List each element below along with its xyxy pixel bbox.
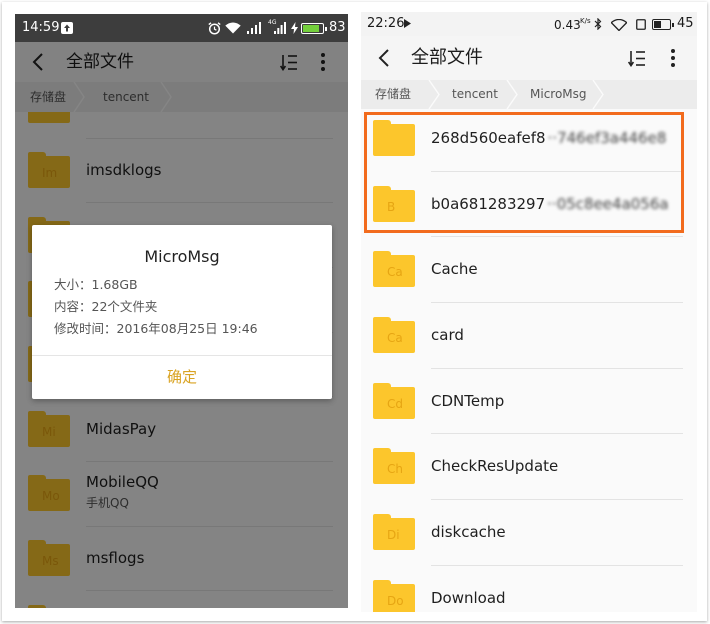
network-speed-unit: K/s (580, 17, 591, 25)
file-list: 268d560eafef8 ··746ef3a446e8 B b0a6812832… (361, 109, 697, 612)
divider (431, 236, 683, 238)
folder-icon: Ch (373, 448, 415, 485)
divider (431, 170, 683, 172)
file-name: Cache (431, 260, 478, 279)
divider (431, 367, 683, 369)
folder-icon-label: Ca (387, 265, 403, 280)
battery-percent: 83 (329, 20, 346, 35)
battery-icon (652, 19, 674, 30)
battery-level-fill (654, 21, 661, 28)
status-bar: 22:26 0.43 K/s 45 (361, 12, 697, 36)
page-title: 全部文件 (411, 47, 483, 68)
left-phone-screen: 14:59 4G 83 全部文件 存储盘 tencent Im imsdklog… (15, 14, 348, 608)
folder-icon: B (373, 185, 415, 222)
toolbar: 全部文件 (361, 36, 697, 80)
alarm-icon (208, 22, 221, 35)
folder-info-dialog: MicroMsg 大小：1.68GB 内容：22个文件夹 修改时间：2016年0… (32, 225, 332, 399)
file-name-visible: b0a681283297 (431, 194, 546, 213)
right-phone-screen: 22:26 0.43 K/s 45 全部文件 存储盘 tencent Micro… (361, 12, 697, 612)
breadcrumb-item[interactable]: 存储盘 (375, 80, 411, 109)
more-icon[interactable] (671, 49, 675, 67)
network-speed: 0.43 (554, 18, 581, 32)
breadcrumb: 存储盘 tencent MicroMsg (361, 80, 697, 109)
file-item[interactable]: Ca Cache (361, 236, 697, 302)
charging-icon (291, 22, 298, 34)
file-item[interactable]: Cd CDNTemp (361, 367, 697, 434)
dialog-title: MicroMsg (144, 247, 220, 266)
file-item[interactable]: Do Download (361, 564, 697, 612)
file-item[interactable]: Di diskcache (361, 499, 697, 565)
folder-icon: Ca (373, 316, 415, 353)
file-name: 268d560eafef8 ··746ef3a446e8 (431, 129, 666, 147)
folder-icon: Do (373, 579, 415, 612)
dialog-modified: 修改时间：2016年08月25日 19:46 (54, 321, 258, 336)
status-bar: 14:59 4G 83 (15, 14, 348, 42)
chevron-right-icon (506, 80, 518, 109)
folder-icon (373, 119, 415, 156)
file-name: card (431, 325, 464, 344)
file-name-blurred: ··05c8ee4a056a (547, 194, 669, 213)
folder-icon: Cd (373, 382, 415, 419)
signal-4g-icon (274, 22, 286, 34)
file-name-blurred: ··746ef3a446e8 (547, 128, 667, 147)
folder-icon-label: Do (387, 593, 404, 608)
file-item[interactable]: Ch CheckResUpdate (361, 433, 697, 499)
file-item[interactable]: Ca card (361, 302, 697, 368)
breadcrumb-item[interactable]: MicroMsg (530, 80, 587, 109)
status-time: 22:26 (367, 16, 405, 31)
divider (431, 433, 683, 435)
ok-button[interactable]: 确定 (32, 356, 332, 399)
breadcrumb-item[interactable]: tencent (452, 80, 498, 109)
status-time: 14:59 (22, 20, 60, 35)
file-item[interactable]: B b0a681283297 ··05c8ee4a056a (361, 170, 697, 237)
file-name: CDNTemp (431, 391, 505, 410)
file-name: b0a681283297 ··05c8ee4a056a (431, 195, 669, 213)
wifi-icon (611, 19, 627, 31)
upload-icon (61, 22, 73, 34)
chevron-right-icon (592, 80, 604, 109)
file-name-visible: 268d560eafef8 (431, 128, 546, 147)
file-item[interactable]: 268d560eafef8 ··746ef3a446e8 (361, 109, 697, 171)
back-icon[interactable] (378, 49, 390, 67)
wifi-icon (225, 22, 241, 34)
file-name: Download (431, 588, 506, 607)
folder-icon-label: B (387, 199, 396, 214)
folder-icon-label: Cd (387, 396, 403, 411)
folder-icon: Ca (373, 251, 415, 288)
screen-icon (636, 19, 646, 30)
battery-percent: 45 (677, 16, 694, 31)
folder-icon: Di (373, 513, 415, 550)
sort-icon[interactable] (628, 50, 646, 67)
chevron-right-icon (428, 80, 440, 109)
dialog-contents: 内容：22个文件夹 (54, 299, 158, 314)
folder-icon-label: Di (387, 527, 400, 542)
divider (431, 564, 683, 566)
file-name: CheckResUpdate (431, 457, 559, 476)
divider (431, 499, 683, 501)
signal-icon (247, 22, 261, 34)
play-icon (404, 19, 411, 28)
battery-icon (301, 23, 327, 34)
battery-level-fill (303, 25, 319, 32)
folder-icon-label: Ch (387, 462, 403, 477)
file-name: diskcache (431, 522, 506, 541)
folder-icon-label: Ca (387, 330, 403, 345)
dialog-size: 大小：1.68GB (54, 277, 138, 292)
bluetooth-icon (594, 18, 602, 30)
divider (431, 302, 683, 304)
